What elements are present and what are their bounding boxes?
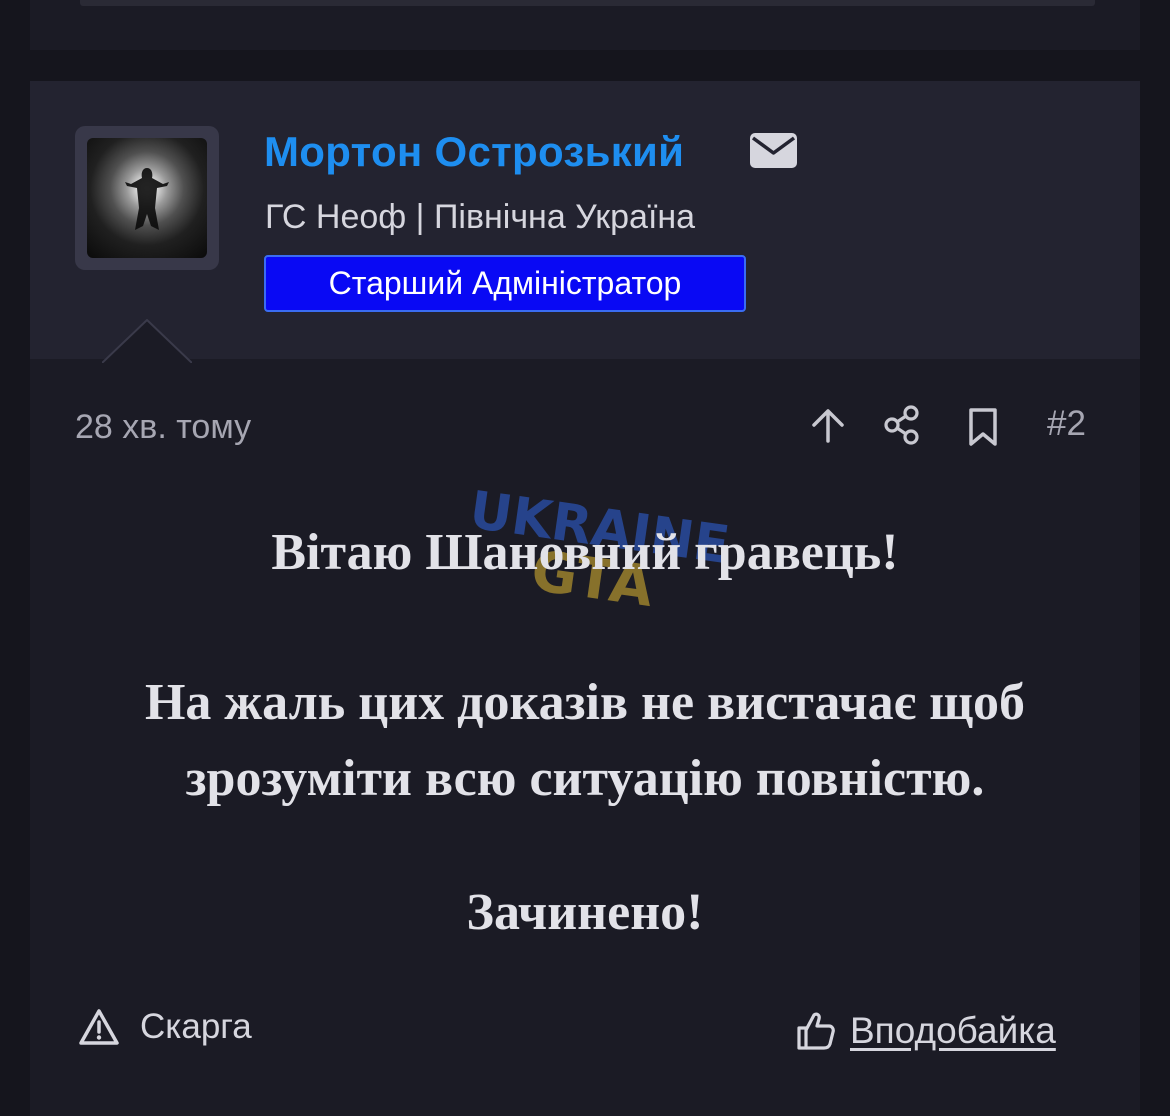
post-closing: Зачинено!: [466, 884, 704, 941]
bookmark-icon[interactable]: [966, 406, 1000, 448]
post-number-link[interactable]: #2: [1047, 404, 1086, 444]
post-message-line-1: На жаль цих доказів не вистачає щоб: [144, 674, 1026, 731]
avatar-figure: [125, 168, 169, 230]
post-message-line-2: зрозуміти всю ситуацію повністю.: [185, 750, 985, 807]
arrow-up-icon[interactable]: [808, 405, 848, 445]
post-greeting: Вітаю Шановний гравець!: [271, 524, 899, 581]
warning-triangle-icon: [79, 1009, 119, 1045]
like-button[interactable]: Вподобайка: [796, 1010, 1056, 1052]
avatar[interactable]: [87, 138, 207, 258]
header-pointer: [102, 319, 192, 363]
thumbs-up-icon: [797, 1012, 835, 1050]
report-label: Скарга: [140, 1007, 252, 1046]
like-label: Вподобайка: [850, 1010, 1056, 1051]
envelope-icon[interactable]: [750, 133, 797, 168]
previous-post-edge: [80, 0, 1095, 6]
post-timestamp[interactable]: 28 хв. тому: [75, 408, 251, 447]
role-badge: Старший Адміністратор: [264, 255, 746, 312]
post-body: Вітаю Шановний гравець! На жаль цих дока…: [80, 515, 1090, 951]
share-icon[interactable]: [882, 404, 922, 446]
username-link[interactable]: Мортон Острозький: [264, 128, 684, 180]
post-separator: [30, 50, 1140, 81]
forum-page: Мортон Острозький ГС Неоф | Північна Укр…: [0, 0, 1170, 1116]
user-title: ГС Неоф | Північна Україна: [265, 198, 696, 236]
report-button[interactable]: Скарга: [78, 1007, 252, 1047]
